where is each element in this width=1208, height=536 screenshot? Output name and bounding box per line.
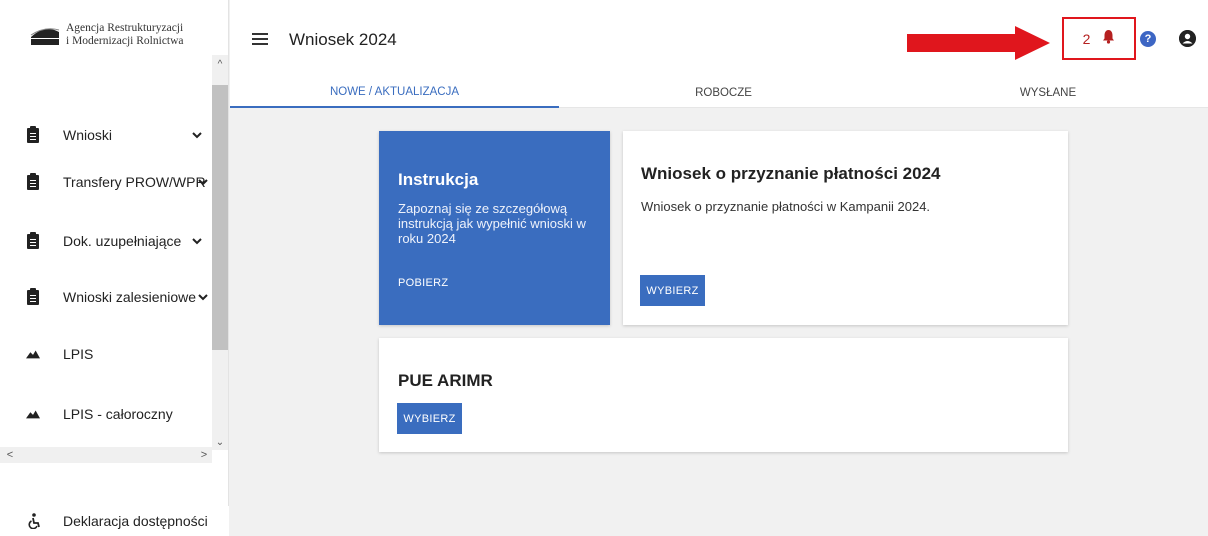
- sidebar-item-transfery[interactable]: Transfery PROW/WPR: [0, 162, 212, 202]
- sidebar-item-lpis[interactable]: LPIS: [0, 334, 212, 374]
- tab-wyslane[interactable]: WYSŁANE: [888, 78, 1208, 108]
- mountain-icon: [26, 346, 40, 362]
- logo-text-line1: Agencja Restrukturyzacji: [66, 22, 184, 34]
- red-arrow-annotation-icon: [907, 26, 1050, 60]
- scroll-down-icon[interactable]: ⌄: [212, 435, 228, 451]
- sidebar-item-lpis-caloroczny[interactable]: LPIS - całoroczny: [0, 394, 212, 434]
- scrollbar-thumb[interactable]: [212, 85, 228, 350]
- instruction-card-title: Instrukcja: [398, 170, 479, 189]
- sidebar-vertical-scrollbar[interactable]: ^ ⌄: [212, 55, 228, 450]
- logo-text: Agencja Restrukturyzacji i Modernizacji …: [66, 22, 184, 48]
- sidebar-item-label: Dok. uzupełniające: [63, 233, 182, 249]
- page-title: Wniosek 2024: [289, 30, 397, 49]
- wheelchair-icon: [28, 513, 42, 529]
- sidebar-item-label: Wnioski zalesieniowe: [63, 289, 197, 305]
- notifications-highlight[interactable]: 2: [1062, 17, 1136, 60]
- instruction-card-text: Zapoznaj się ze szczegółową instrukcją j…: [398, 201, 586, 246]
- application-select-button[interactable]: WYBIERZ: [640, 275, 705, 306]
- application-card-text: Wniosek o przyznanie płatności w Kampani…: [641, 199, 931, 214]
- pue-arimr-card-title: PUE ARIMR: [398, 371, 493, 390]
- application-card-title: Wniosek o przyznanie płatności 2024: [641, 164, 941, 183]
- help-icon[interactable]: ?: [1140, 31, 1156, 47]
- clipboard-icon: [26, 287, 40, 305]
- sidebar-item-label: Deklaracja dostępności: [63, 513, 208, 529]
- tab-nowe-aktualizacja[interactable]: NOWE / AKTUALIZACJA: [230, 78, 559, 108]
- chevron-down-icon: [198, 175, 208, 189]
- clipboard-icon: [26, 125, 40, 143]
- download-button[interactable]: POBIERZ: [398, 277, 448, 289]
- tab-robocze[interactable]: ROBOCZE: [559, 78, 888, 108]
- sidebar-item-deklaracja-dostepnosci[interactable]: Deklaracja dostępności: [0, 506, 229, 536]
- notification-count: 2: [1082, 30, 1091, 47]
- application-card: Wniosek o przyznanie płatności 2024 Wnio…: [623, 131, 1068, 325]
- logo-text-line2: i Modernizacji Rolnictwa: [66, 35, 184, 47]
- sidebar-item-label: LPIS - całoroczny: [63, 406, 173, 422]
- sidebar-item-label: LPIS: [63, 346, 94, 362]
- chevron-down-icon: [192, 128, 202, 142]
- hamburger-menu-icon[interactable]: [252, 33, 268, 45]
- clipboard-icon: [26, 172, 40, 190]
- sidebar-item-dok-uzupelniajace[interactable]: Dok. uzupełniające: [0, 221, 212, 261]
- clipboard-icon: [26, 231, 40, 249]
- sidebar-horizontal-scrollbar[interactable]: < >: [0, 447, 212, 463]
- chevron-down-icon: [192, 234, 202, 248]
- sidebar-item-wnioski[interactable]: Wnioski: [0, 115, 212, 155]
- chevron-down-icon: [198, 290, 208, 304]
- scroll-up-icon[interactable]: ^: [212, 57, 228, 73]
- arimr-logo[interactable]: Agencja Restrukturyzacji i Modernizacji …: [30, 22, 184, 48]
- mountain-icon: [26, 406, 40, 422]
- bell-icon[interactable]: [1102, 29, 1115, 49]
- pue-arimr-select-button[interactable]: WYBIERZ: [397, 403, 462, 434]
- scroll-right-icon[interactable]: >: [196, 447, 212, 463]
- user-account-icon[interactable]: [1179, 30, 1196, 47]
- instruction-card: Instrukcja Zapoznaj się ze szczegółową i…: [379, 131, 610, 325]
- scroll-left-icon[interactable]: <: [2, 447, 18, 463]
- tab-bar: NOWE / AKTUALIZACJA ROBOCZE WYSŁANE: [230, 78, 1208, 108]
- sidebar-item-label: Transfery PROW/WPR: [63, 174, 206, 190]
- sidebar-item-label: Wnioski: [63, 127, 113, 143]
- pue-arimr-card: PUE ARIMR WYBIERZ: [379, 338, 1068, 452]
- arimr-logo-mark: [30, 22, 60, 46]
- sidebar: Agencja Restrukturyzacji i Modernizacji …: [0, 0, 229, 536]
- sidebar-item-wnioski-zalesieniowe[interactable]: Wnioski zalesieniowe: [0, 277, 212, 317]
